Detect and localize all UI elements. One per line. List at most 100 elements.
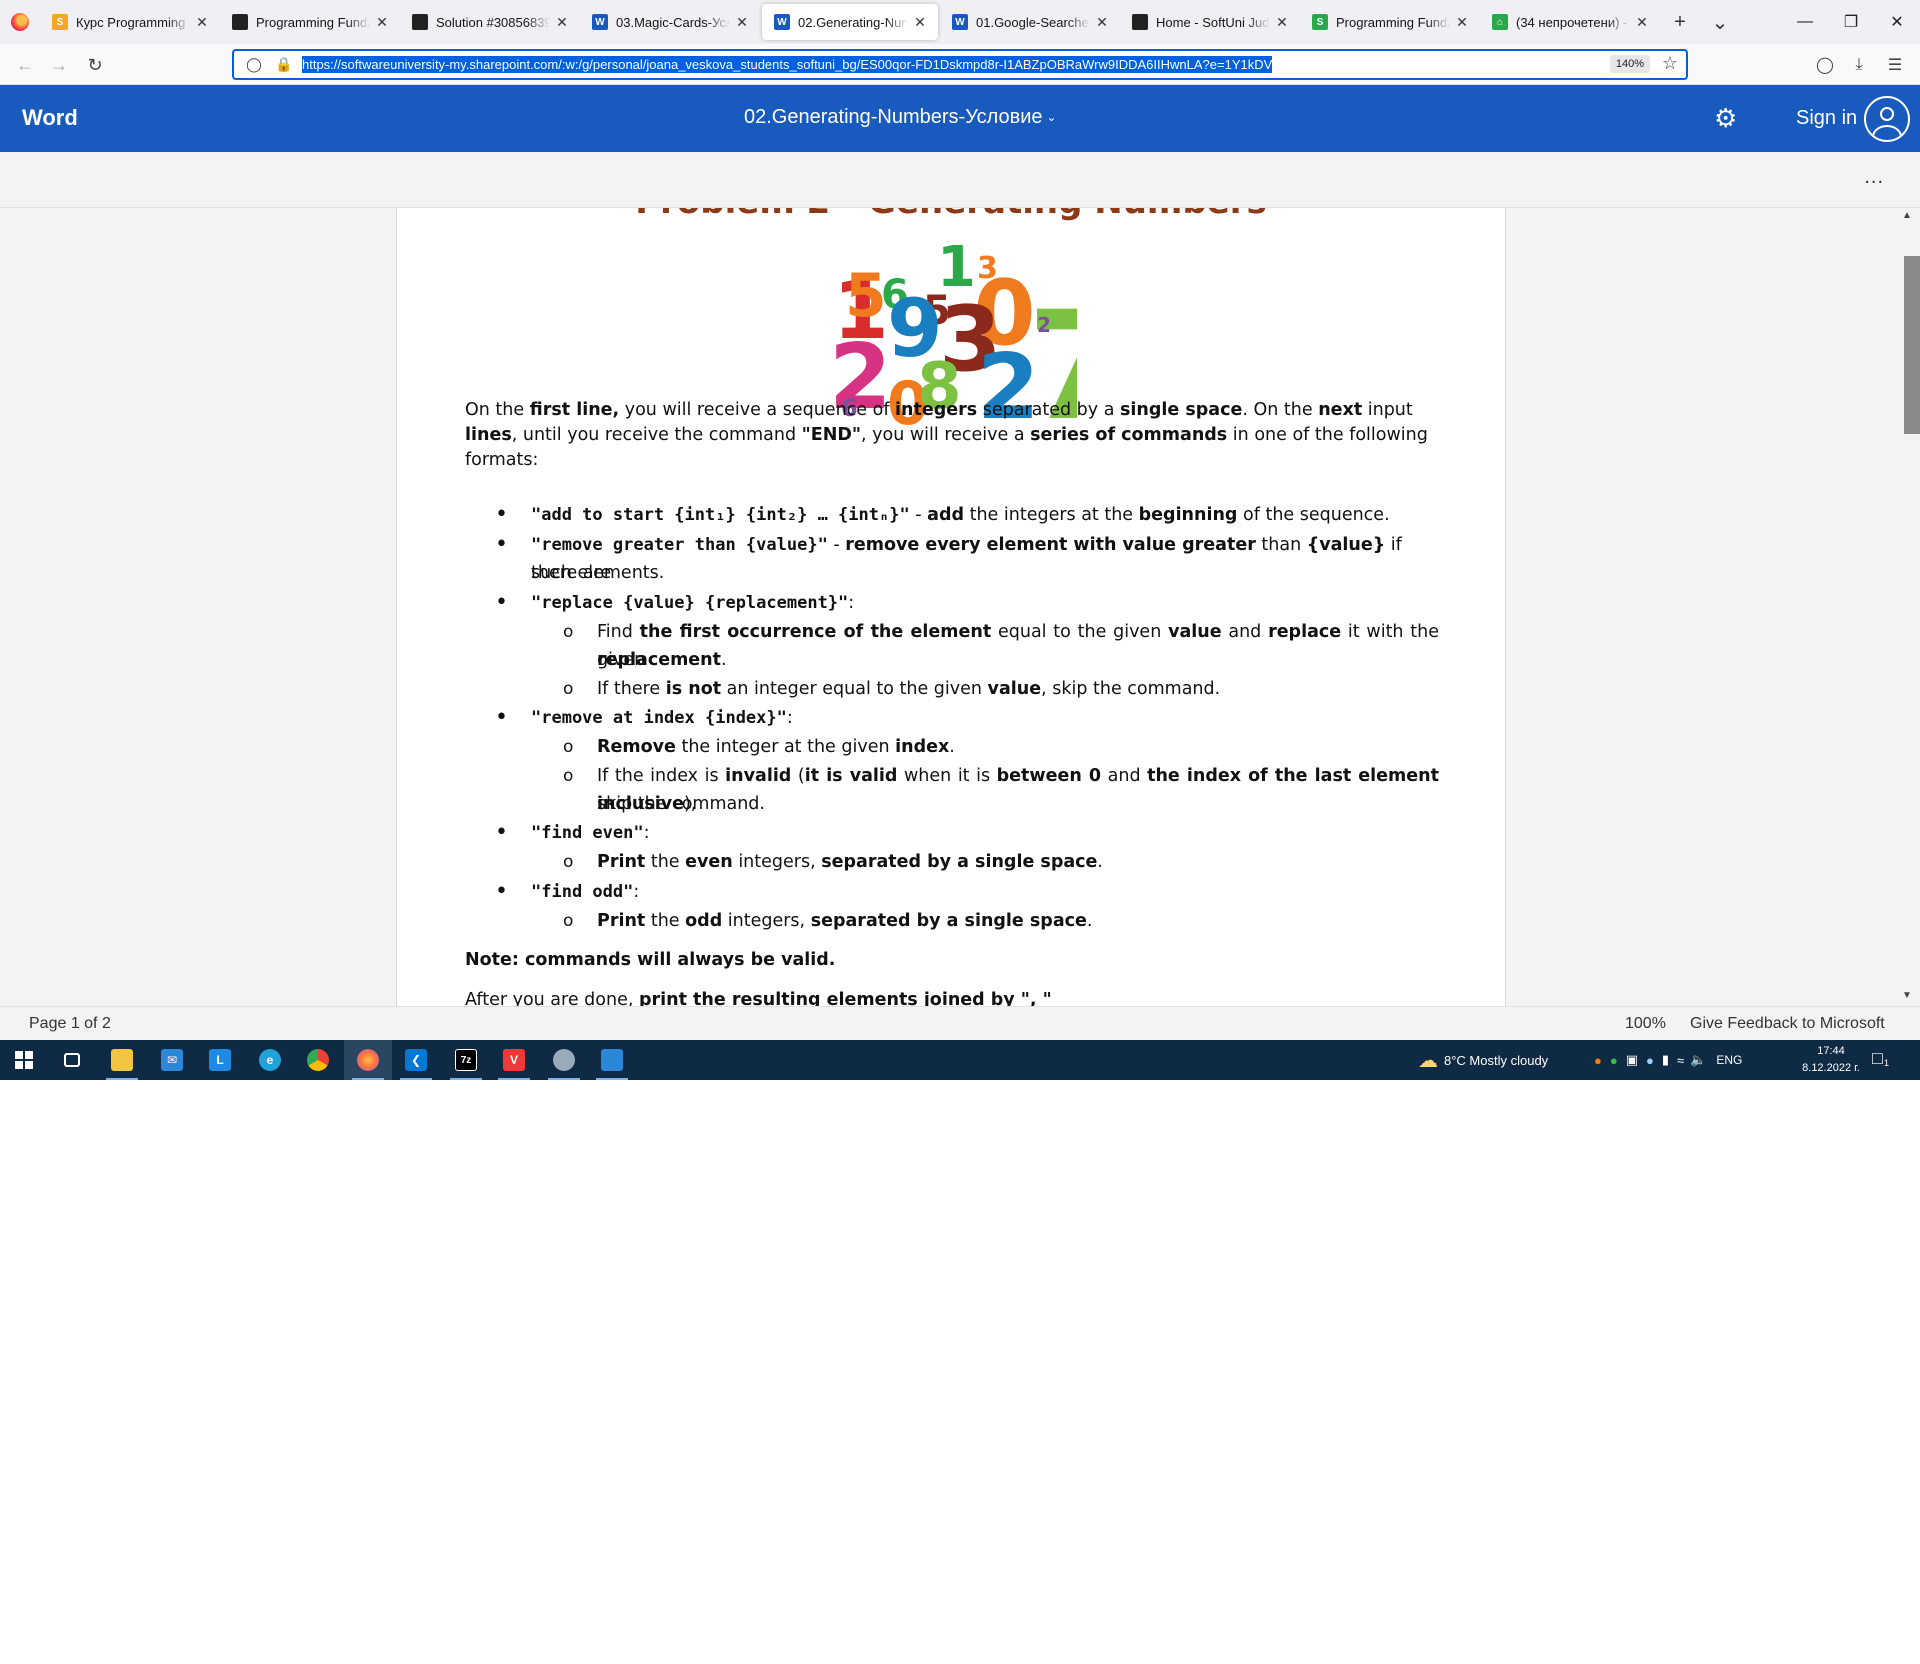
settings-gear-icon[interactable]: ⚙ (1714, 103, 1737, 134)
vscode-icon[interactable]: ❮ (392, 1040, 440, 1080)
volume-icon[interactable]: 🔈 (1690, 1052, 1706, 1068)
account-avatar-icon[interactable] (1864, 96, 1910, 142)
forward-icon[interactable]: → (46, 52, 72, 78)
document-page: Problem 2 - Generating Numbers 1 5 6 1 3… (396, 208, 1506, 1006)
windows-start-icon[interactable] (0, 1040, 48, 1080)
browser-tab[interactable]: W 03.Magic-Cards-Условие✕ (580, 0, 760, 44)
browser-tab[interactable]: Home - SoftUni Judge✕ (1120, 0, 1300, 44)
address-bar[interactable]: ◯ 🔒 https://softwareuniversity-my.sharep… (232, 49, 1688, 80)
bold-text: replacement (597, 650, 722, 670)
edge-browser-icon[interactable]: e (246, 1040, 294, 1080)
close-tab-icon[interactable]: ✕ (1454, 14, 1470, 31)
word-icon: W (592, 14, 608, 30)
bookmark-star-icon[interactable]: ☆ (1662, 53, 1678, 74)
text: : (848, 593, 855, 613)
paint-icon[interactable] (540, 1040, 588, 1080)
browser-tab[interactable]: W 01.Google-Searches-Условие✕ (940, 0, 1120, 44)
vertical-scrollbar[interactable]: ▲ ▼ (1896, 208, 1920, 1006)
close-tab-icon[interactable]: ✕ (734, 14, 750, 31)
command-code: "find even" (531, 823, 644, 843)
vivaldi-icon[interactable]: V (490, 1040, 538, 1080)
bold-text: the first occurrence of the element (639, 622, 992, 642)
file-explorer-icon[interactable] (98, 1040, 146, 1080)
close-window-icon[interactable]: ✕ (1874, 0, 1920, 44)
close-tab-icon[interactable]: ✕ (554, 14, 570, 31)
back-icon[interactable]: ← (12, 52, 38, 78)
notification-count: 1 (1884, 1058, 1890, 1068)
tab-title: (34 непрочетени) - АБВ (1516, 14, 1630, 30)
app-name[interactable]: Word (22, 105, 78, 131)
scroll-up-icon[interactable]: ▲ (1902, 210, 1912, 221)
command-code: "replace {value} {replacement}" (531, 593, 849, 613)
mail-icon[interactable]: ✉ (148, 1040, 196, 1080)
wifi-icon[interactable]: ≈ (1677, 1053, 1684, 1068)
clock[interactable]: 17:44 8.12.2022 г. (1796, 1043, 1866, 1077)
skype-icon[interactable]: ● (1646, 1053, 1654, 1068)
language-indicator[interactable]: ENG (1716, 1053, 1742, 1067)
photos-icon[interactable] (588, 1040, 636, 1080)
app-tray-icon[interactable]: ● (1610, 1053, 1618, 1068)
chrome-browser-icon[interactable] (294, 1040, 342, 1080)
more-options-button[interactable]: ... (1864, 166, 1884, 189)
notification-center-icon[interactable]: □ 1 (1872, 1048, 1898, 1072)
task-view-icon[interactable] (48, 1040, 96, 1080)
give-feedback-link[interactable]: Give Feedback to Microsoft (1690, 1015, 1885, 1033)
text: input (1362, 400, 1413, 420)
zoom-indicator[interactable]: 140% (1609, 55, 1650, 73)
bold-text: integers (895, 400, 978, 420)
7zip-icon[interactable]: 7z (442, 1040, 490, 1080)
close-tab-icon[interactable]: ✕ (194, 14, 210, 31)
document-canvas: Problem 2 - Generating Numbers 1 5 6 1 3… (0, 208, 1920, 1006)
minimize-icon[interactable]: — (1782, 0, 1828, 44)
close-tab-icon[interactable]: ✕ (1094, 14, 1110, 31)
scroll-down-icon[interactable]: ▼ (1902, 990, 1912, 1001)
bold-text: separated by a single space (821, 852, 1098, 872)
l-app-icon[interactable]: L (196, 1040, 244, 1080)
tracking-protection-shield-icon[interactable]: ◯ (244, 56, 264, 73)
close-tab-icon[interactable]: ✕ (1274, 14, 1290, 31)
browser-tab[interactable]: W 02.Generating-Numbers✕ (762, 4, 938, 40)
new-tab-button[interactable]: + (1660, 0, 1700, 44)
weather-widget[interactable]: ☁ 8°C Mostly cloudy (1418, 1040, 1548, 1080)
browser-tab[interactable]: Programming Fundamentals✕ (220, 0, 400, 44)
browser-tab[interactable]: S Programming Fundamentals✕ (1300, 0, 1480, 44)
pocket-icon[interactable]: ◯ (1812, 52, 1838, 78)
battery-icon[interactable]: ▮ (1662, 1052, 1669, 1068)
bold-text: add (927, 505, 965, 525)
zoom-level[interactable]: 100% (1625, 1015, 1666, 1033)
bullet-icon: • (495, 502, 508, 527)
bullet-icon: • (495, 879, 508, 904)
app-tray-icon[interactable]: ● (1594, 1053, 1602, 1068)
browser-tab[interactable]: Solution #30856839 by✕ (400, 0, 580, 44)
bold-text: "END" (801, 425, 862, 445)
browser-tab[interactable]: ⌂ (34 непрочетени) - АБВ✕ (1480, 0, 1660, 44)
downloads-icon[interactable]: ⤓ (1846, 52, 1872, 78)
list-all-tabs-button[interactable]: ⌄ (1700, 0, 1740, 44)
close-tab-icon[interactable]: ✕ (374, 14, 390, 31)
circle-bullet-icon: o (563, 622, 574, 642)
text: . (1097, 852, 1103, 872)
browser-tab[interactable]: S Курс Programming Fundamentals✕ (40, 0, 220, 44)
close-tab-icon[interactable]: ✕ (1634, 14, 1650, 31)
firefox-menu-icon[interactable] (0, 0, 40, 44)
document-title-button[interactable]: 02.Generating-Numbers-Условие ⌄ (744, 106, 1057, 129)
reload-icon[interactable]: ↻ (82, 52, 108, 78)
firefox-taskbar-icon[interactable] (344, 1040, 392, 1080)
url-text[interactable]: https://softwareuniversity-my.sharepoint… (302, 56, 1273, 73)
text: you will receive a sequence of (619, 400, 896, 420)
sign-in-link[interactable]: Sign in (1796, 107, 1857, 130)
note-paragraph: Note: commands will always be valid. (465, 950, 836, 970)
app-tray-icon[interactable]: ▣ (1626, 1052, 1638, 1068)
status-bar: Page 1 of 2 100% Give Feedback to Micros… (0, 1006, 1920, 1040)
circle-bullet-icon: o (563, 679, 574, 699)
hamburger-menu-icon[interactable]: ☰ (1882, 52, 1908, 78)
text: : (633, 882, 640, 902)
lock-icon[interactable]: 🔒 (274, 56, 294, 73)
text: After you are done, (465, 990, 639, 1006)
text: skip the command. (597, 794, 765, 814)
restore-icon[interactable]: ❐ (1828, 0, 1874, 44)
close-tab-icon[interactable]: ✕ (912, 14, 928, 31)
text: . (1086, 911, 1093, 931)
scrollbar-thumb[interactable] (1904, 256, 1920, 434)
text: and (1221, 622, 1269, 642)
